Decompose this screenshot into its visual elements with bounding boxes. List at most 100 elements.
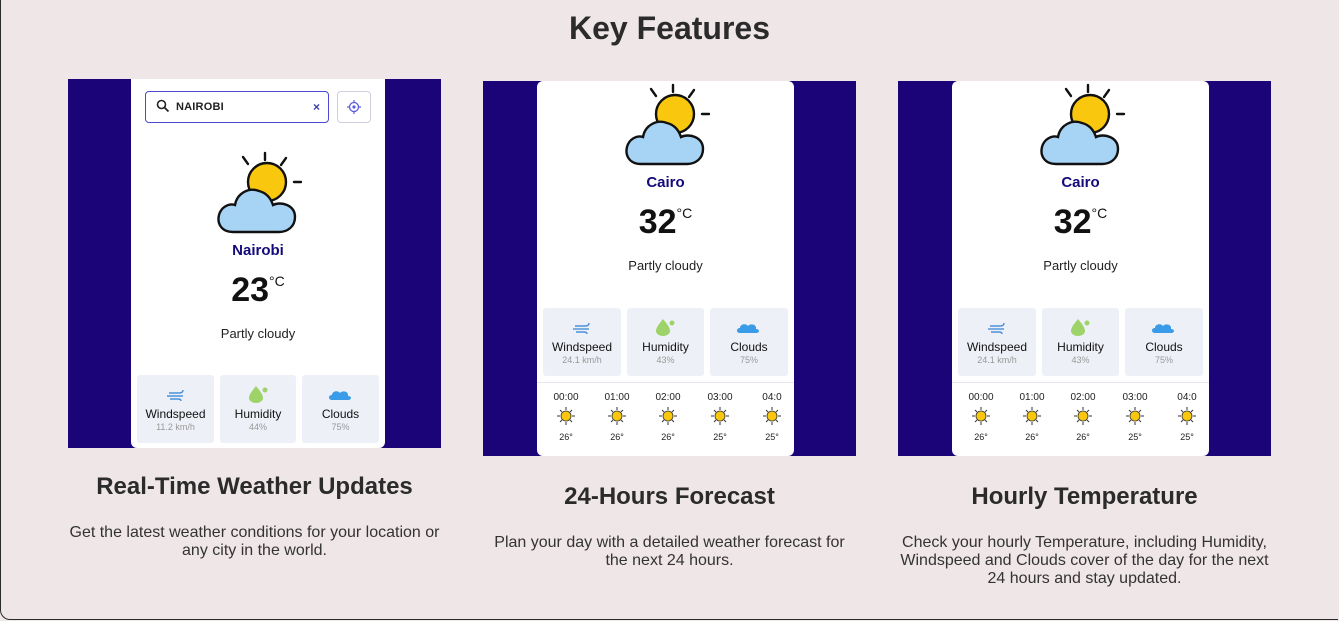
hour-temp: 26°: [559, 432, 573, 442]
partly-cloudy-icon: [1040, 83, 1126, 166]
partly-cloudy-icon: [625, 83, 711, 166]
hour-time: 03:00: [707, 392, 733, 403]
sun-icon: [1126, 407, 1144, 425]
hour-item: 00:00 26°: [544, 392, 588, 442]
hour-time: 02:00: [655, 392, 681, 403]
stat-value: 44%: [248, 422, 267, 432]
sun-icon: [1023, 407, 1041, 425]
partly-cloudy-icon: [217, 151, 303, 234]
search-value: NAIROBI: [176, 101, 224, 113]
hour-temp: 25°: [1180, 432, 1194, 442]
description-line: Plan your day with a detailed weather fo…: [494, 534, 845, 551]
stat-label: Windspeed: [145, 407, 206, 421]
temperature: 23°C: [131, 271, 385, 310]
hour-item: 01:00 26°: [1010, 392, 1054, 442]
hour-item: 04:0 25°: [1165, 392, 1209, 442]
hour-temp: 26°: [610, 432, 624, 442]
stat-label: Humidity: [642, 340, 689, 354]
stat-label: Clouds: [321, 407, 360, 421]
stat-value: 11.2 km/h: [156, 422, 195, 432]
feature-title: 24-Hours Forecast: [564, 483, 775, 510]
clear-icon[interactable]: ×: [313, 100, 320, 114]
stat-clouds: Clouds 75%: [710, 308, 788, 376]
stat-humidity: Humidity 44%: [220, 375, 296, 443]
description-line: 24 hours and stay updated.: [987, 570, 1182, 587]
city-name: Cairo: [646, 174, 685, 191]
hour-item: 01:00 26°: [595, 392, 639, 442]
condition-text: Partly cloudy: [1043, 258, 1118, 273]
stat-clouds: Clouds 75%: [302, 375, 379, 443]
temperature-unit: °C: [1091, 205, 1108, 221]
locate-button[interactable]: [337, 91, 371, 123]
stat-value: 43%: [656, 355, 675, 365]
humidity-icon: [249, 386, 268, 403]
stat-windspeed: Windspeed 24.1 km/h: [958, 308, 1036, 376]
sun-icon: [1074, 407, 1092, 425]
hour-temp: 25°: [765, 432, 779, 442]
hourly-forecast-row: 00:00 26° 01:00 26° 02:00 26° 03:00 25° 04:0…: [952, 382, 1209, 456]
humidity-icon: [1071, 319, 1090, 336]
sun-icon: [1178, 407, 1196, 425]
hour-temp: 25°: [1128, 432, 1142, 442]
hour-time: 01:00: [1019, 392, 1045, 403]
hour-item: 03:00 25°: [698, 392, 742, 442]
hour-item: 02:00 26°: [1061, 392, 1105, 442]
cloud-icon: [737, 324, 759, 333]
stat-label: Windspeed: [966, 340, 1028, 354]
stat-value: 24.1 km/h: [977, 355, 1017, 365]
stat-windspeed: Windspeed 11.2 km/h: [137, 375, 214, 443]
feature-title: Hourly Temperature: [971, 483, 1198, 510]
stat-label: Windspeed: [551, 340, 613, 354]
description-line: Windspeed and Clouds cover of the day fo…: [900, 552, 1269, 569]
hour-temp: 26°: [661, 432, 675, 442]
sun-icon: [711, 407, 729, 425]
hour-item: 00:00 26°: [959, 392, 1003, 442]
wind-icon: [573, 322, 590, 335]
wind-icon: [988, 322, 1005, 335]
app-screen: NAIROBI × Nairobi 23°C Partly cloudy Win…: [131, 79, 385, 448]
app-screen: Cairo 32°C Partly cloudy Windspeed 24.1 …: [537, 81, 794, 456]
hour-time: 04:0: [762, 392, 782, 403]
stat-label: Clouds: [730, 340, 768, 354]
temperature-unit: °C: [676, 205, 693, 221]
search-input[interactable]: NAIROBI ×: [145, 91, 329, 123]
stat-label: Clouds: [1145, 340, 1183, 354]
hour-item: 03:00 25°: [1113, 392, 1157, 442]
stat-label: Humidity: [1057, 340, 1104, 354]
feature-title: Real-Time Weather Updates: [96, 473, 413, 500]
hour-item: 04:0 25°: [750, 392, 794, 442]
feature-screenshot: NAIROBI × Nairobi 23°C Partly cloudy Win…: [68, 79, 441, 448]
search-icon: [156, 99, 170, 113]
hour-item: 02:00 26°: [646, 392, 690, 442]
description-line: Check your hourly Temperature, including…: [902, 534, 1267, 551]
sun-icon: [763, 407, 781, 425]
hourly-forecast-row: 00:00 26° 01:00 26° 02:00 26° 03:00 25° 04:0…: [537, 382, 794, 456]
condition-text: Partly cloudy: [220, 326, 296, 341]
feature-screenshot: Cairo 32°C Partly cloudy Windspeed 24.1 …: [483, 81, 856, 456]
stat-value: 75%: [1154, 355, 1173, 365]
hour-time: 04:0: [1177, 392, 1197, 403]
city-name: Cairo: [1061, 174, 1100, 191]
city-name: Nairobi: [232, 242, 284, 259]
hour-temp: 25°: [713, 432, 727, 442]
feature-description: Get the latest weather conditions for yo…: [58, 524, 451, 560]
temperature: 32°C: [537, 203, 794, 242]
stat-value: 75%: [739, 355, 758, 365]
humidity-icon: [656, 319, 675, 336]
description-line: the next 24 hours.: [605, 552, 734, 569]
location-target-icon: [347, 100, 361, 114]
hour-time: 03:00: [1122, 392, 1148, 403]
temperature-value: 32: [1053, 203, 1092, 241]
description-line: Get the latest weather conditions for yo…: [69, 524, 440, 541]
feature-description: Check your hourly Temperature, including…: [888, 534, 1281, 588]
sun-icon: [557, 407, 575, 425]
stat-value: 43%: [1071, 355, 1090, 365]
hour-time: 02:00: [1070, 392, 1096, 403]
stat-value: 75%: [331, 422, 350, 432]
hour-temp: 26°: [1025, 432, 1039, 442]
temperature-value: 23: [231, 271, 270, 309]
app-screen: Cairo 32°C Partly cloudy Windspeed 24.1 …: [952, 81, 1209, 456]
hour-time: 00:00: [553, 392, 579, 403]
temperature: 32°C: [952, 203, 1209, 242]
sun-icon: [608, 407, 626, 425]
